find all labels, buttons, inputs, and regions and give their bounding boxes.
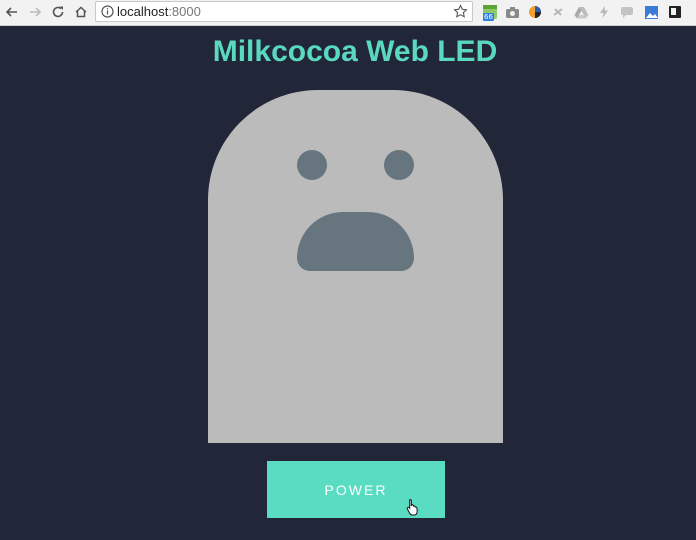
home-icon xyxy=(75,6,87,18)
forward-button[interactable] xyxy=(25,2,45,22)
chat-bubble-icon xyxy=(621,6,633,18)
ghost-led-illustration xyxy=(208,90,503,443)
info-icon xyxy=(101,5,114,18)
address-bar[interactable]: localhost:8000 xyxy=(95,1,473,22)
power-button-label: POWER xyxy=(324,482,388,498)
star-icon[interactable] xyxy=(453,4,468,19)
extension-badge: 66 xyxy=(483,13,494,21)
extension-drive[interactable] xyxy=(573,4,589,20)
url-host: localhost xyxy=(117,4,169,19)
extension-bolt[interactable] xyxy=(596,4,612,20)
url-text: localhost:8000 xyxy=(117,4,201,20)
ghost-left-eye xyxy=(297,150,327,180)
back-arrow-icon xyxy=(5,7,17,17)
pie-chart-extension-icon xyxy=(529,6,541,18)
reload-icon xyxy=(52,6,64,18)
extension-camera[interactable] xyxy=(504,4,520,20)
page-title: Milkcocoa Web LED xyxy=(212,35,498,68)
url-port: :8000 xyxy=(168,4,201,19)
window-icon xyxy=(669,6,681,18)
extension-calendar[interactable]: 66 xyxy=(482,4,498,21)
extension-sync[interactable] xyxy=(550,4,566,20)
extension-chat[interactable] xyxy=(619,4,635,20)
extension-window[interactable] xyxy=(667,4,683,20)
camera-icon xyxy=(505,6,519,18)
reload-button[interactable] xyxy=(48,2,68,22)
home-button[interactable] xyxy=(71,2,91,22)
back-button[interactable] xyxy=(2,2,22,22)
drive-icon xyxy=(574,6,588,18)
sync-icon xyxy=(553,8,563,16)
forward-arrow-icon xyxy=(30,7,42,17)
lightning-bolt-icon xyxy=(600,6,608,18)
pointer-hand-cursor-icon xyxy=(406,498,418,516)
extension-pie[interactable] xyxy=(527,4,543,20)
ghost-mouth xyxy=(297,212,414,271)
browser-toolbar: localhost:8000 66 xyxy=(0,0,696,26)
image-icon xyxy=(644,5,658,19)
ghost-right-eye xyxy=(384,150,414,180)
extension-photo[interactable] xyxy=(643,4,659,20)
